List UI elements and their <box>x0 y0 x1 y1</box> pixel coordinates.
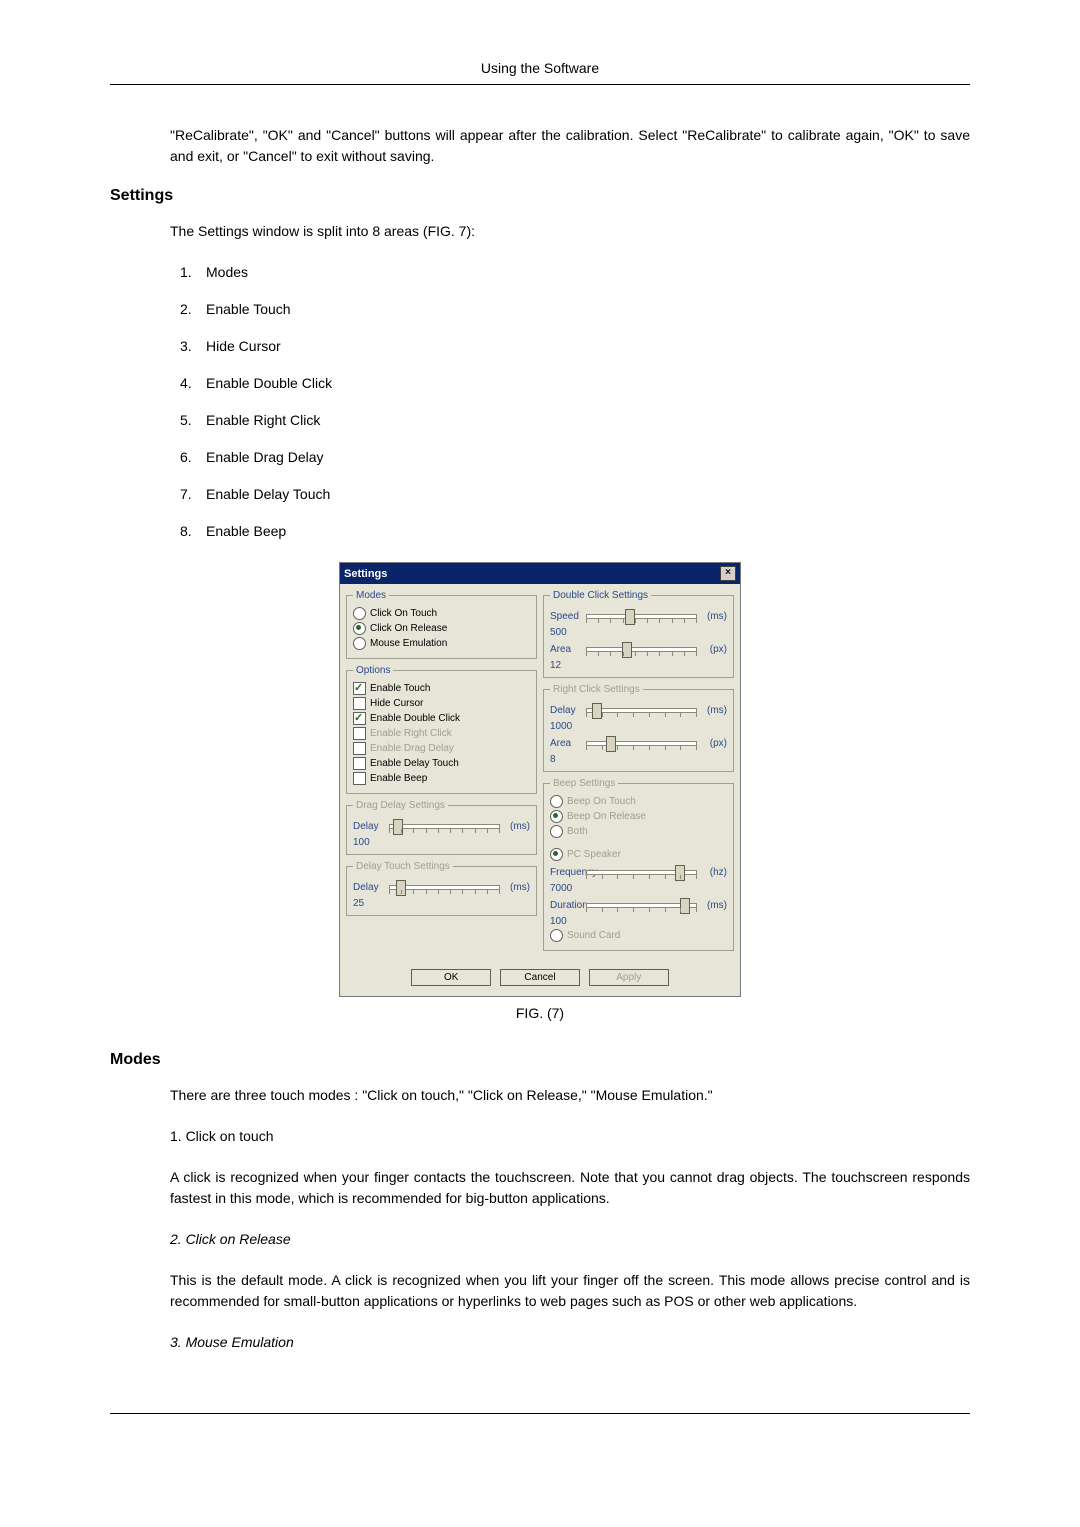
radio-pc-speaker[interactable]: PC Speaker <box>550 848 727 861</box>
radio-click-on-touch[interactable]: Click On Touch <box>353 607 530 620</box>
mode2-body: This is the default mode. A click is rec… <box>170 1270 970 1312</box>
dbl-area-value: 12 <box>550 660 582 671</box>
beep-dur-slider[interactable] <box>586 897 697 913</box>
modes-intro: There are three touch modes : "Click on … <box>170 1085 970 1106</box>
ok-button[interactable]: OK <box>411 969 491 986</box>
settings-heading: Settings <box>110 187 970 205</box>
intro-paragraph: "ReCalibrate", "OK" and "Cancel" buttons… <box>170 125 970 167</box>
beep-group: Beep Settings Beep On Touch Beep On Rele… <box>543 778 734 951</box>
radio-click-on-release[interactable]: Click On Release <box>353 622 530 635</box>
modes-heading: Modes <box>110 1051 970 1069</box>
rc-delay-label: Delay <box>550 705 582 716</box>
rc-area-slider[interactable] <box>586 735 697 751</box>
check-enable-drag-delay[interactable]: Enable Drag Delay <box>353 742 530 755</box>
list-item: Enable Double Click <box>206 375 332 391</box>
running-header: Using the Software <box>110 60 970 85</box>
rc-delay-slider[interactable] <box>586 702 697 718</box>
dbl-speed-value: 500 <box>550 627 582 638</box>
rc-area-value: 8 <box>550 754 582 765</box>
radio-beep-on-release[interactable]: Beep On Release <box>550 810 727 823</box>
cancel-button[interactable]: Cancel <box>500 969 580 986</box>
drag-delay-group: Drag Delay Settings Delay (ms) 100 <box>346 800 537 855</box>
check-enable-double-click[interactable]: Enable Double Click <box>353 712 530 725</box>
dbl-speed-slider[interactable] <box>586 608 697 624</box>
footer-rule <box>110 1413 970 1414</box>
delay-touch-label: Delay <box>353 882 385 893</box>
dbl-area-slider[interactable] <box>586 641 697 657</box>
list-item: Enable Drag Delay <box>206 449 324 465</box>
settings-intro: The Settings window is split into 8 area… <box>170 221 970 242</box>
beep-dur-label: Duration <box>550 900 582 911</box>
beep-freq-value: 7000 <box>550 883 582 894</box>
radio-beep-on-touch[interactable]: Beep On Touch <box>550 795 727 808</box>
dialog-title: Settings <box>344 568 387 580</box>
settings-dialog: Settings × Modes Click On Touch Click On… <box>339 562 741 997</box>
delay-touch-slider[interactable] <box>389 879 500 895</box>
drag-delay-slider[interactable] <box>389 818 500 834</box>
check-enable-delay-touch[interactable]: Enable Delay Touch <box>353 757 530 770</box>
list-item: Enable Beep <box>206 523 286 539</box>
mode1-body: A click is recognized when your finger c… <box>170 1167 970 1209</box>
check-enable-touch[interactable]: Enable Touch <box>353 682 530 695</box>
check-enable-beep[interactable]: Enable Beep <box>353 772 530 785</box>
beep-legend: Beep Settings <box>550 778 618 789</box>
beep-dur-value: 100 <box>550 916 582 927</box>
rc-delay-value: 1000 <box>550 721 582 732</box>
list-item: Hide Cursor <box>206 338 281 354</box>
drag-delay-label: Delay <box>353 821 385 832</box>
radio-mouse-emulation[interactable]: Mouse Emulation <box>353 637 530 650</box>
apply-button[interactable]: Apply <box>589 969 669 986</box>
right-click-legend: Right Click Settings <box>550 684 643 695</box>
list-item: Modes <box>206 264 248 280</box>
list-item: Enable Right Click <box>206 412 320 428</box>
check-enable-right-click[interactable]: Enable Right Click <box>353 727 530 740</box>
radio-sound-card[interactable]: Sound Card <box>550 929 727 942</box>
drag-delay-value: 100 <box>353 837 385 848</box>
options-group: Options Enable Touch Hide Cursor Enable … <box>346 665 537 794</box>
list-item: Enable Delay Touch <box>206 486 330 502</box>
rc-area-label: Area <box>550 738 582 749</box>
double-click-group: Double Click Settings Speed (ms) 500 Are… <box>543 590 734 678</box>
options-legend: Options <box>353 665 393 676</box>
dbl-area-label: Area <box>550 644 582 655</box>
modes-legend: Modes <box>353 590 389 601</box>
close-icon[interactable]: × <box>720 566 736 581</box>
mode1-title: 1. Click on touch <box>170 1126 970 1147</box>
modes-group: Modes Click On Touch Click On Release Mo… <box>346 590 537 659</box>
delay-touch-group: Delay Touch Settings Delay (ms) 25 <box>346 861 537 916</box>
beep-freq-slider[interactable] <box>586 864 697 880</box>
beep-freq-label: Frequency <box>550 867 582 878</box>
check-hide-cursor[interactable]: Hide Cursor <box>353 697 530 710</box>
mode3-title: 3. Mouse Emulation <box>170 1332 970 1353</box>
radio-beep-both[interactable]: Both <box>550 825 727 838</box>
settings-area-list: 1.Modes 2.Enable Touch 3.Hide Cursor 4.E… <box>180 262 970 542</box>
delay-touch-value: 25 <box>353 898 385 909</box>
right-click-group: Right Click Settings Delay (ms) 1000 Are… <box>543 684 734 772</box>
double-click-legend: Double Click Settings <box>550 590 651 601</box>
delay-touch-legend: Delay Touch Settings <box>353 861 453 872</box>
mode2-title: 2. Click on Release <box>170 1229 970 1250</box>
dbl-speed-label: Speed <box>550 611 582 622</box>
figure-caption: FIG. (7) <box>110 1005 970 1021</box>
drag-delay-legend: Drag Delay Settings <box>353 800 448 811</box>
list-item: Enable Touch <box>206 301 291 317</box>
